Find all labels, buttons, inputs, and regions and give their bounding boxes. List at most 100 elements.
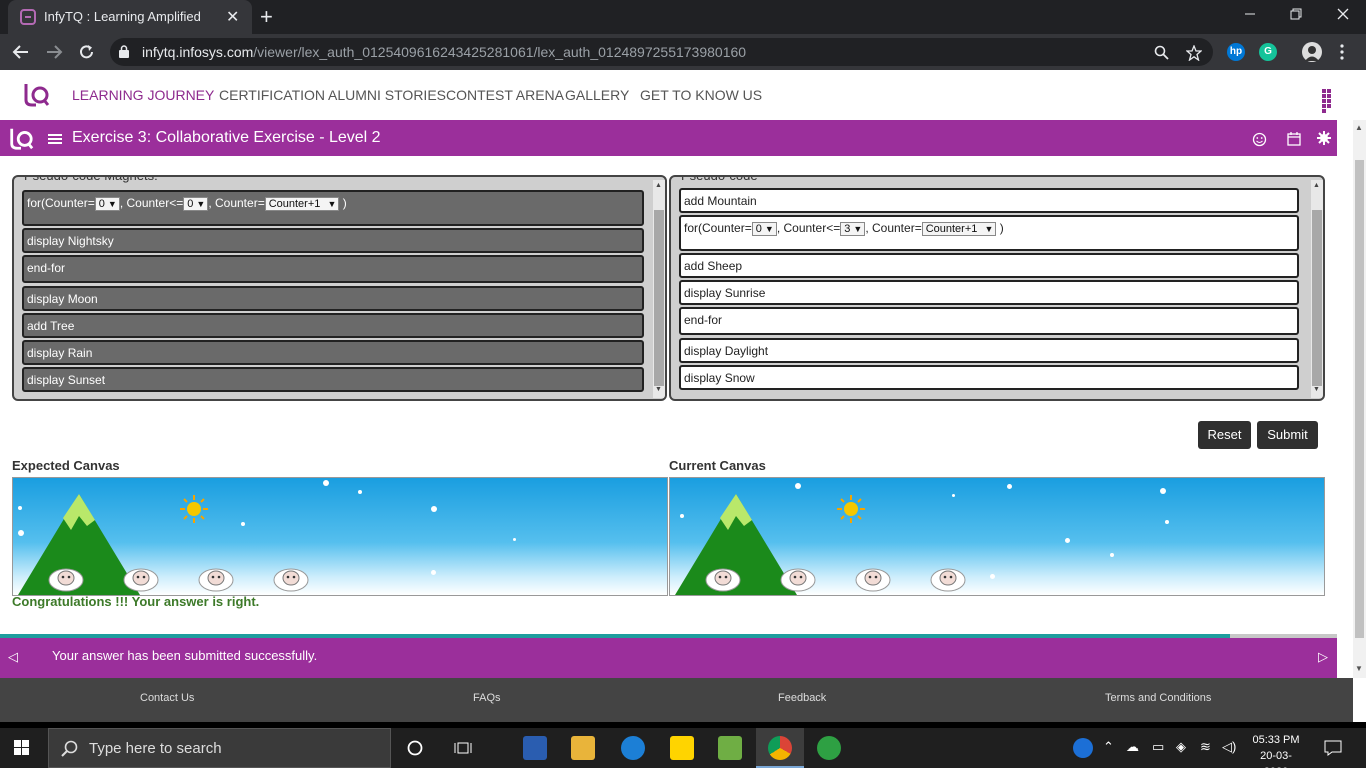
result-message: Congratulations !!! Your answer is right… bbox=[12, 594, 260, 609]
spreadsheet-app-icon[interactable] bbox=[718, 736, 742, 760]
taskbar-search[interactable]: Type here to search bbox=[48, 728, 391, 768]
nav-get-to-know-us[interactable]: GET TO KNOW US bbox=[640, 87, 762, 103]
magnet-for-loop[interactable]: for(Counter= 0 ▼, Counter<= 0 ▼, Counter= Cou… bbox=[22, 190, 644, 226]
wifi-icon[interactable]: ≋ bbox=[1200, 739, 1211, 755]
settings-gear-icon[interactable] bbox=[1317, 131, 1331, 145]
select-value: Counter+1 bbox=[268, 197, 321, 210]
smiley-icon[interactable] bbox=[1252, 132, 1267, 147]
code-line[interactable]: add Sheep bbox=[679, 253, 1299, 278]
grammarly-extension-icon[interactable]: G bbox=[1259, 43, 1277, 61]
scroll-down-icon[interactable]: ▼ bbox=[655, 386, 662, 393]
code-line[interactable]: display Sunrise bbox=[679, 280, 1299, 305]
nav-alumni-stories[interactable]: ALUMNI STORIES bbox=[328, 87, 446, 103]
magnet-item[interactable]: end-for bbox=[22, 255, 644, 283]
hp-extension-icon[interactable]: hp bbox=[1227, 43, 1245, 61]
nav-certification[interactable]: CERTIFICATION bbox=[219, 87, 325, 103]
previous-arrow-icon[interactable]: ◁ bbox=[8, 649, 18, 665]
volume-icon[interactable]: ◁) bbox=[1222, 739, 1236, 755]
end-select[interactable]: 3 ▼ bbox=[840, 221, 866, 236]
start-select[interactable]: 0 ▼ bbox=[94, 196, 120, 211]
dropbox-icon[interactable]: ◈ bbox=[1176, 739, 1186, 755]
scroll-down-icon[interactable]: ▼ bbox=[1355, 664, 1363, 673]
onedrive-icon[interactable]: ☁ bbox=[1126, 739, 1139, 755]
infytq-logo[interactable] bbox=[22, 80, 50, 108]
end-select[interactable]: 0 ▼ bbox=[183, 196, 209, 211]
edge-icon[interactable] bbox=[621, 736, 645, 760]
browser-tab[interactable]: InfyTQ : Learning Amplified ✕ bbox=[8, 0, 252, 34]
next-arrow-icon[interactable]: ▷ bbox=[1318, 649, 1328, 665]
apps-grid-icon[interactable] bbox=[1322, 89, 1336, 113]
scroll-up-icon[interactable]: ▲ bbox=[1355, 123, 1363, 132]
profile-avatar[interactable] bbox=[1302, 42, 1322, 62]
status-message: Your answer has been submitted successfu… bbox=[52, 648, 318, 663]
sheep-icon bbox=[780, 568, 816, 592]
nav-gallery[interactable]: GALLERY bbox=[565, 87, 629, 103]
battery-icon[interactable]: ▭ bbox=[1152, 739, 1164, 755]
code-line[interactable]: end-for bbox=[679, 307, 1299, 335]
address-bar[interactable]: infytq.infosys.com/viewer/lex_auth_01254… bbox=[110, 38, 1213, 66]
footer-faqs[interactable]: FAQs bbox=[473, 692, 501, 704]
dropdown-caret-icon: ▼ bbox=[984, 223, 994, 234]
magnet-item[interactable]: display Sunset bbox=[22, 367, 644, 392]
scroll-down-icon[interactable]: ▼ bbox=[1313, 386, 1320, 393]
chrome-icon[interactable] bbox=[768, 736, 792, 760]
reload-icon[interactable] bbox=[78, 43, 96, 61]
submit-button[interactable]: Submit bbox=[1257, 421, 1318, 449]
code-line[interactable]: add Mountain bbox=[679, 188, 1299, 213]
sticky-notes-icon[interactable] bbox=[670, 736, 694, 760]
tab-close-icon[interactable]: ✕ bbox=[226, 7, 239, 27]
magnet-item[interactable]: display Nightsky bbox=[22, 228, 644, 253]
step-select[interactable]: Counter+1 ▼ bbox=[921, 221, 997, 236]
forward-icon[interactable] bbox=[45, 44, 63, 60]
code-for-loop[interactable]: for(Counter= 0 ▼, Counter<= 3 ▼, Counter= Cou… bbox=[679, 215, 1299, 251]
snowflake bbox=[358, 490, 362, 494]
pseudocode-scrollbar[interactable]: ▲ ▼ bbox=[1311, 180, 1323, 398]
pseudocode-scroll-thumb[interactable] bbox=[1312, 210, 1322, 386]
magnet-item[interactable]: display Moon bbox=[22, 286, 644, 311]
dropdown-caret-icon: ▼ bbox=[196, 198, 206, 209]
minimize-icon[interactable] bbox=[1244, 8, 1256, 20]
new-tab-button[interactable]: + bbox=[260, 4, 273, 30]
hamburger-menu-icon[interactable] bbox=[48, 134, 62, 144]
tray-chevron-icon[interactable]: ⌃ bbox=[1103, 739, 1114, 755]
code-line[interactable]: display Daylight bbox=[679, 338, 1299, 363]
nav-learning-journey[interactable]: LEARNING JOURNEY bbox=[72, 87, 214, 103]
scroll-up-icon[interactable]: ▲ bbox=[1313, 182, 1320, 189]
help-icon[interactable] bbox=[1073, 738, 1093, 758]
page-scrollbar[interactable]: ▲ ▼ bbox=[1353, 120, 1366, 678]
notifications-icon[interactable] bbox=[1324, 740, 1342, 756]
browser-menu-icon[interactable] bbox=[1340, 44, 1344, 60]
magnets-scroll-thumb[interactable] bbox=[654, 210, 664, 386]
reset-button[interactable]: Reset bbox=[1198, 421, 1251, 449]
magnet-item[interactable]: add Tree bbox=[22, 313, 644, 338]
search-placeholder: Type here to search bbox=[89, 740, 222, 757]
window-close-icon[interactable] bbox=[1337, 8, 1349, 20]
footer-feedback[interactable]: Feedback bbox=[778, 692, 826, 704]
snowflake bbox=[680, 514, 684, 518]
zoom-icon[interactable] bbox=[1154, 45, 1169, 60]
footer-contact-us[interactable]: Contact Us bbox=[140, 692, 194, 704]
bookmark-star-icon[interactable] bbox=[1186, 45, 1202, 61]
atom-app-icon[interactable] bbox=[817, 736, 841, 760]
back-icon[interactable] bbox=[12, 44, 30, 60]
windows-start-icon[interactable] bbox=[14, 740, 30, 756]
task-view-icon[interactable] bbox=[454, 740, 472, 756]
scroll-up-icon[interactable]: ▲ bbox=[655, 182, 662, 189]
step-select[interactable]: Counter+1 ▼ bbox=[264, 196, 340, 211]
nav-contest-arena[interactable]: CONTEST ARENA bbox=[446, 87, 564, 103]
visual-studio-code-icon[interactable] bbox=[523, 736, 547, 760]
calendar-icon[interactable] bbox=[1287, 132, 1301, 146]
cortana-icon[interactable] bbox=[407, 740, 423, 756]
loop-text: , Counter= bbox=[865, 221, 922, 235]
restore-icon[interactable] bbox=[1290, 8, 1302, 20]
magnet-item[interactable]: display Rain bbox=[22, 340, 644, 365]
magnets-scrollbar[interactable]: ▲ ▼ bbox=[653, 180, 665, 398]
footer-terms[interactable]: Terms and Conditions bbox=[1105, 692, 1211, 704]
sheep-icon bbox=[705, 568, 741, 592]
dropdown-caret-icon: ▼ bbox=[853, 223, 863, 234]
code-line[interactable]: display Snow bbox=[679, 365, 1299, 390]
taskbar-clock[interactable]: 05:33 PM 20-03-2020 bbox=[1248, 732, 1304, 780]
file-explorer-icon[interactable] bbox=[571, 736, 595, 760]
start-select[interactable]: 0 ▼ bbox=[751, 221, 777, 236]
page-scroll-thumb[interactable] bbox=[1355, 160, 1364, 638]
